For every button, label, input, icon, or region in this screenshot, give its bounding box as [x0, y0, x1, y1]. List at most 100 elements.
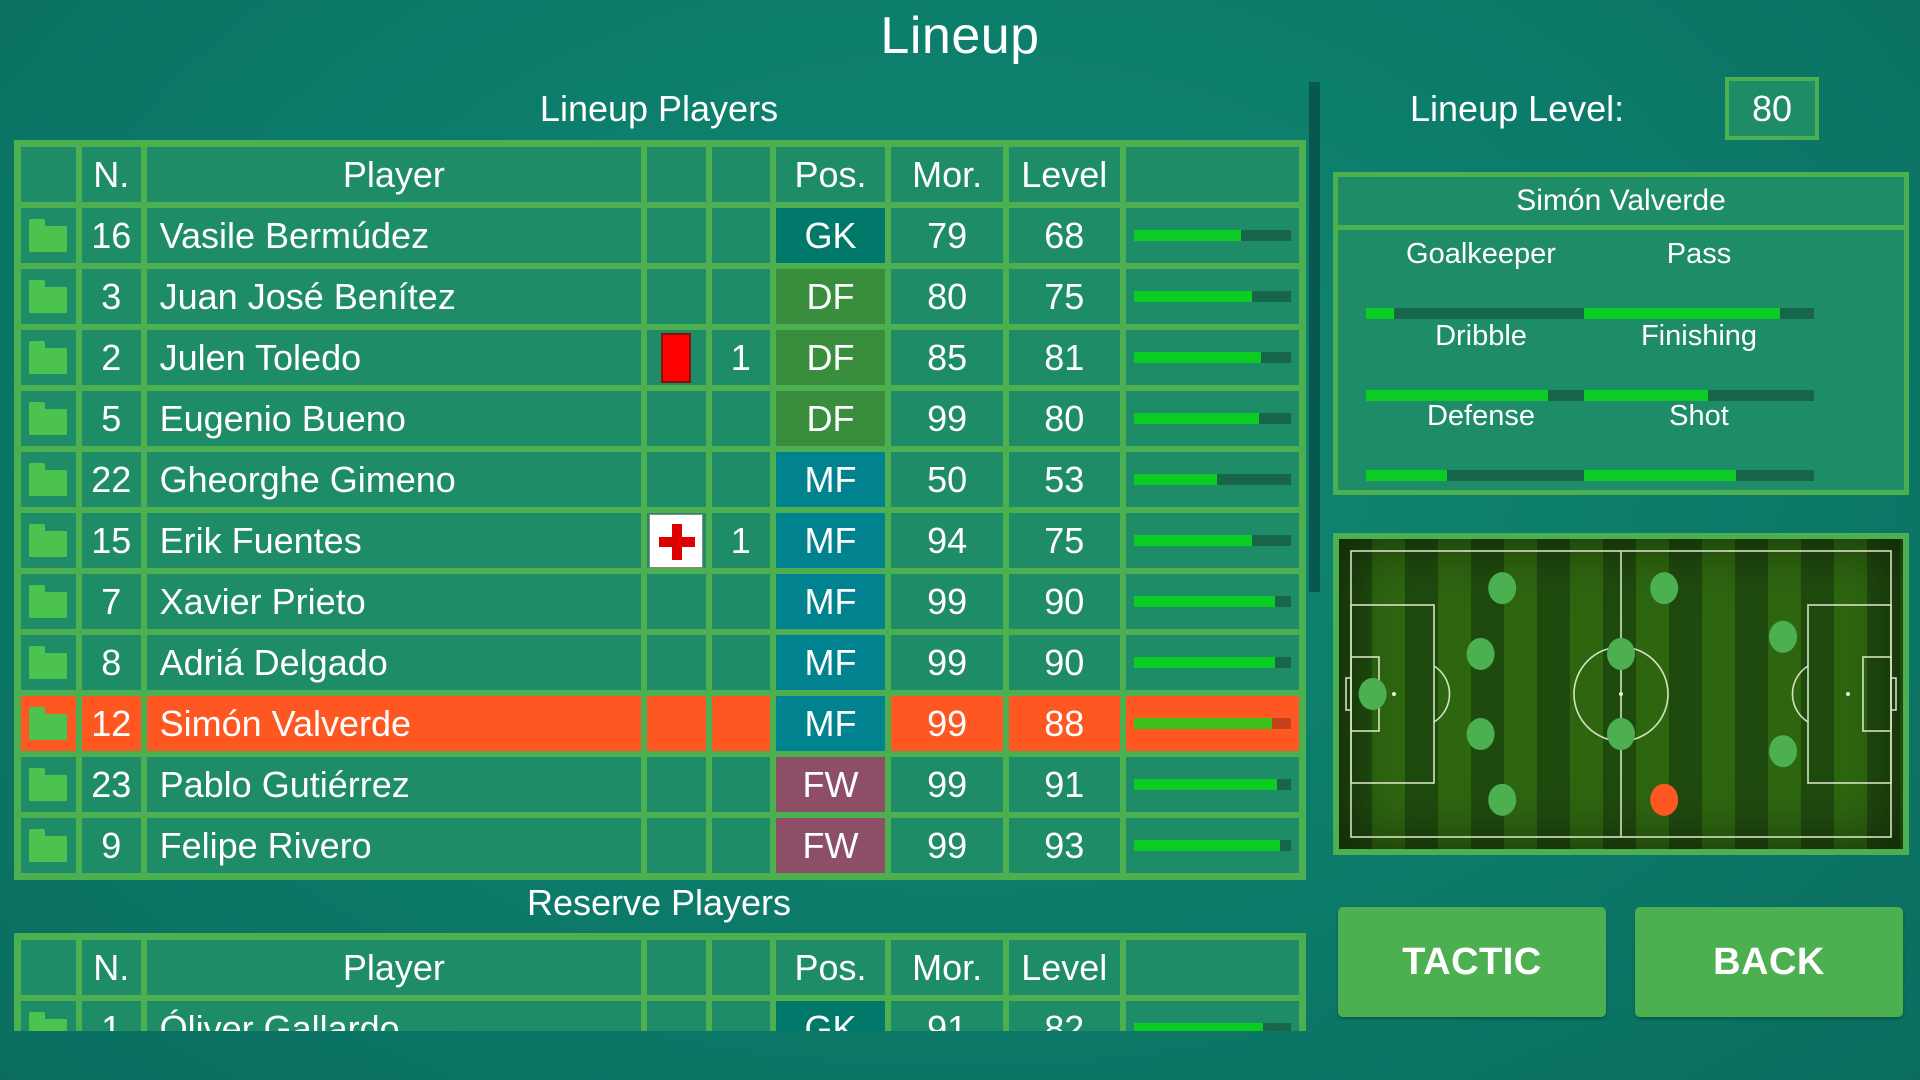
player-details-button[interactable] [21, 696, 76, 751]
player-morale: 85 [891, 330, 1003, 385]
player-row[interactable]: 15 Erik Fuentes 1 MF 94 75 [18, 510, 1302, 571]
player-name: Pablo Gutiérrez [146, 757, 642, 812]
player-row[interactable]: 3 Juan José Benítez DF 80 75 [18, 266, 1302, 327]
player-morale: 99 [891, 757, 1003, 812]
player-morale: 50 [891, 452, 1003, 507]
position-badge: MF [775, 513, 886, 568]
level-bar-cell [1125, 452, 1300, 507]
status-count: 1 [711, 330, 770, 385]
player-details-button[interactable] [21, 635, 76, 690]
stat-label: Pass [1666, 238, 1732, 270]
player-level: 88 [1008, 696, 1120, 751]
level-bar-fill [1133, 657, 1276, 668]
player-row[interactable]: 1 Óliver Gallardo GK 91 82 [18, 998, 1302, 1031]
stat-bar-fill [1584, 308, 1780, 319]
player-status [647, 757, 706, 812]
player-name: Adriá Delgado [146, 635, 642, 690]
player-level: 53 [1008, 452, 1120, 507]
player-details-button[interactable] [21, 574, 76, 629]
player-level: 68 [1008, 208, 1120, 263]
folder-icon [29, 401, 68, 435]
player-row[interactable]: 9 Felipe Rivero FW 99 93 [18, 815, 1302, 876]
stat-label: Defense [1426, 400, 1535, 432]
player-name: Eugenio Bueno [146, 391, 642, 446]
player-details-button[interactable] [21, 818, 76, 873]
player-name: Óliver Gallardo [146, 1001, 642, 1031]
table-header: N. Player Pos. Mor. Level [18, 144, 1302, 205]
header-level: Level [1008, 940, 1120, 995]
player-number: 8 [81, 635, 141, 690]
player-status [647, 391, 706, 446]
stat-bar [1366, 470, 1596, 481]
player-marker[interactable] [1466, 718, 1495, 751]
reserve-table-viewport: N. Player Pos. Mor. Level 1 Óliver Gallar… [0, 930, 1320, 1031]
stat-goalkeeper: Goalkeeper [1366, 238, 1596, 319]
selected-player-marker[interactable] [1650, 783, 1679, 816]
player-level: 75 [1008, 513, 1120, 568]
player-row[interactable]: 12 Simón Valverde MF 99 88 [18, 693, 1302, 754]
level-bar [1133, 413, 1291, 424]
status-count [711, 391, 770, 446]
player-marker[interactable] [1769, 735, 1797, 768]
status-count [711, 635, 770, 690]
stat-bar [1366, 308, 1596, 319]
injury-icon [649, 513, 704, 568]
player-marker[interactable] [1358, 678, 1387, 710]
player-row[interactable]: 16 Vasile Bermúdez GK 79 68 [18, 205, 1302, 266]
player-details-button[interactable] [21, 1001, 76, 1031]
player-morale: 80 [891, 269, 1003, 324]
player-status [647, 818, 706, 873]
player-name: Juan José Benítez [146, 269, 642, 324]
player-marker[interactable] [1488, 572, 1517, 605]
folder-icon [29, 828, 68, 862]
position-badge: MF [775, 452, 886, 507]
player-details-button[interactable] [21, 513, 76, 568]
player-row[interactable]: 23 Pablo Gutiérrez FW 99 91 [18, 754, 1302, 815]
player-number: 2 [81, 330, 141, 385]
player-level: 90 [1008, 574, 1120, 629]
position-badge: GK [775, 208, 886, 263]
tactic-button[interactable]: TACTIC [1338, 907, 1606, 1017]
player-marker[interactable] [1650, 572, 1679, 605]
player-morale: 79 [891, 208, 1003, 263]
folder-icon [29, 1011, 68, 1031]
player-status [647, 452, 706, 507]
player-row[interactable]: 8 Adriá Delgado MF 99 90 [18, 632, 1302, 693]
player-marker[interactable] [1607, 718, 1635, 751]
player-marker[interactable] [1488, 783, 1517, 816]
player-details-button[interactable] [21, 452, 76, 507]
level-bar-fill [1133, 779, 1277, 790]
level-bar-cell [1125, 269, 1300, 324]
player-row[interactable]: 2 Julen Toledo 1 DF 85 81 [18, 327, 1302, 388]
player-morale: 99 [891, 574, 1003, 629]
header-position: Pos. [775, 940, 886, 995]
level-bar-fill [1133, 352, 1261, 363]
player-details-button[interactable] [21, 208, 76, 263]
back-button[interactable]: BACK [1635, 907, 1903, 1017]
player-morale: 91 [891, 1001, 1003, 1031]
player-marker[interactable] [1466, 637, 1495, 670]
player-row[interactable]: 7 Xavier Prieto MF 99 90 [18, 571, 1302, 632]
player-marker[interactable] [1607, 637, 1635, 670]
level-bar-fill [1133, 596, 1276, 607]
header-number: N. [81, 147, 141, 202]
lineup-scrollbar[interactable] [1309, 82, 1320, 592]
player-details-button[interactable] [21, 330, 76, 385]
player-status [647, 269, 706, 324]
level-bar-cell [1125, 757, 1300, 812]
player-marker[interactable] [1769, 620, 1797, 653]
status-count [711, 1001, 770, 1031]
player-row[interactable]: 5 Eugenio Bueno DF 99 80 [18, 388, 1302, 449]
player-details-button[interactable] [21, 269, 76, 324]
table-header: N. Player Pos. Mor. Level [18, 937, 1302, 998]
stat-label: Shot [1669, 400, 1729, 432]
player-details-button[interactable] [21, 391, 76, 446]
player-name: Julen Toledo [146, 330, 642, 385]
player-morale: 99 [891, 635, 1003, 690]
player-name: Erik Fuentes [146, 513, 642, 568]
player-level: 81 [1008, 330, 1120, 385]
header-icon-col [21, 147, 76, 202]
status-count [711, 269, 770, 324]
player-row[interactable]: 22 Gheorghe Gimeno MF 50 53 [18, 449, 1302, 510]
player-details-button[interactable] [21, 757, 76, 812]
